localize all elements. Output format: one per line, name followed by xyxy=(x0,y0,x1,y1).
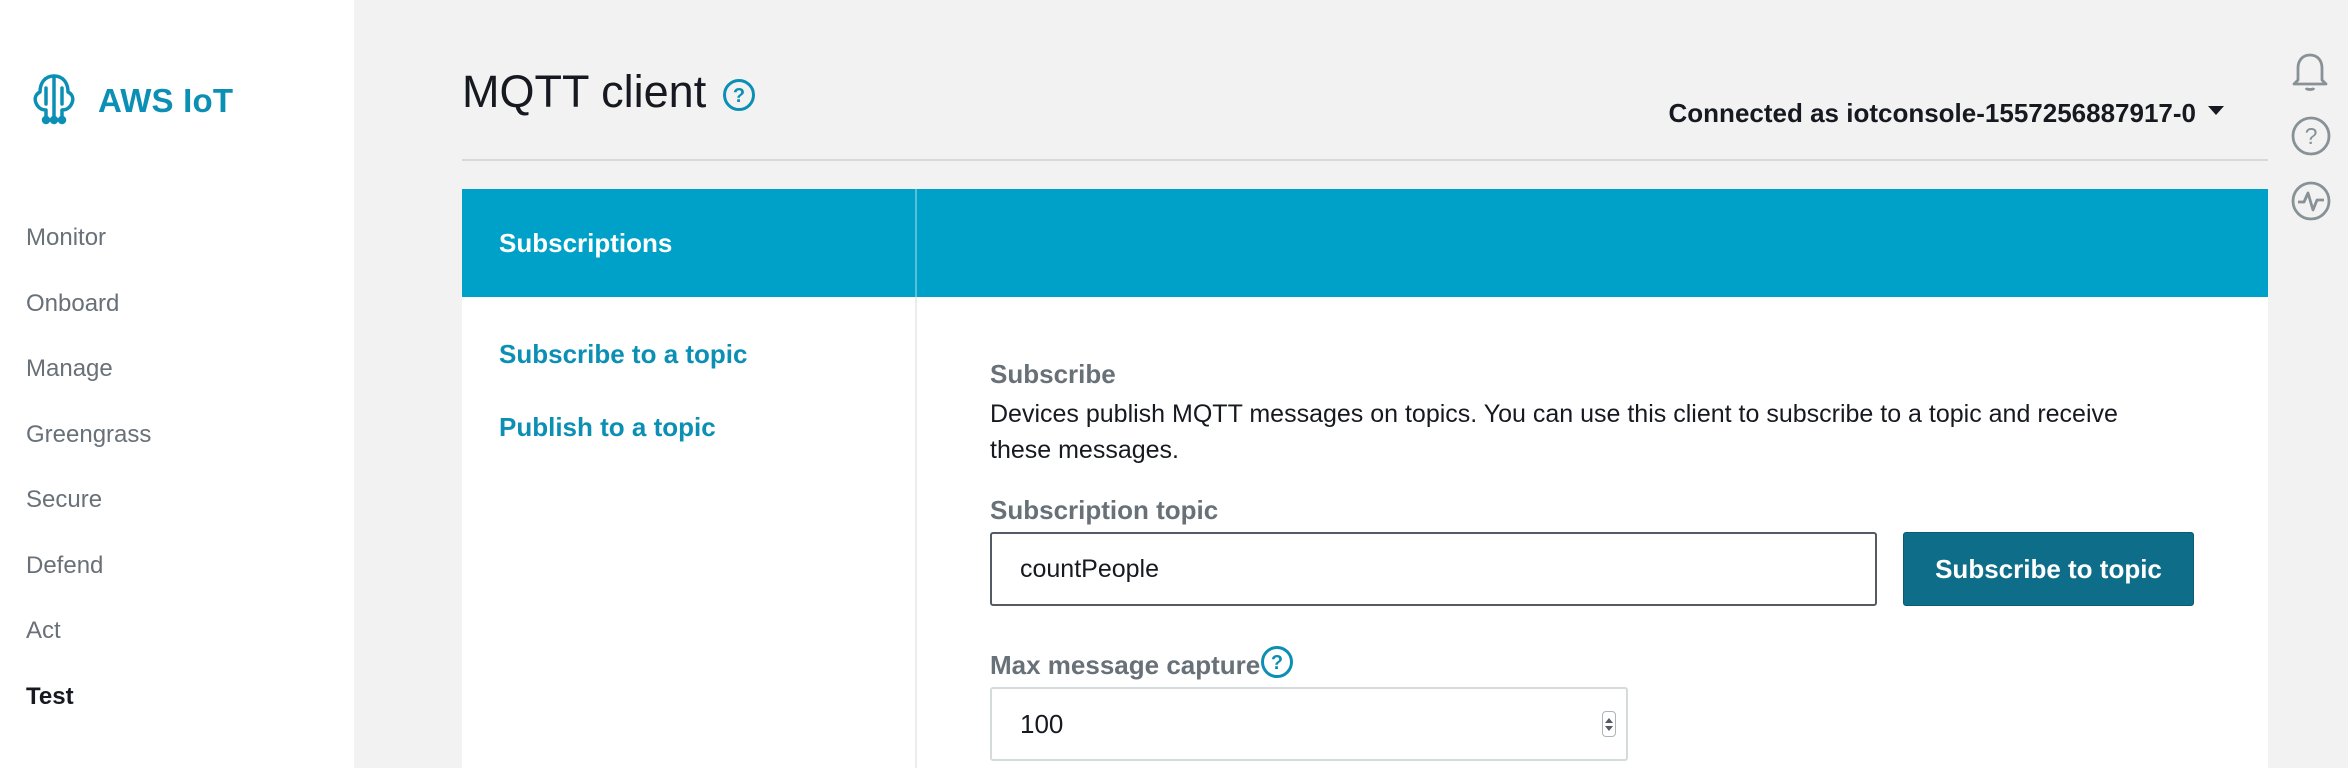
max-message-capture-stepper xyxy=(990,687,1628,761)
subscribe-description: Devices publish MQTT messages on topics.… xyxy=(990,400,2118,464)
sidebar-item-test[interactable]: Test xyxy=(26,679,151,745)
subscription-topic-input[interactable] xyxy=(990,532,1877,606)
help-circle-icon[interactable]: ? xyxy=(722,78,756,117)
help-circle-icon[interactable]: ? xyxy=(2290,115,2334,162)
panel-header: Subscriptions xyxy=(462,189,2268,297)
svg-text:?: ? xyxy=(2305,123,2318,149)
sidebar-item-defend[interactable]: Defend xyxy=(26,548,151,614)
spin-down-icon[interactable] xyxy=(1605,725,1613,731)
bell-icon[interactable] xyxy=(2290,50,2334,97)
panel-header-right xyxy=(917,189,2268,297)
max-message-capture-label: Max message capture xyxy=(990,650,1261,680)
brand-name: AWS IoT xyxy=(98,81,234,119)
subscribe-heading: Subscribe xyxy=(990,359,1116,389)
connection-menu[interactable]: Connected as iotconsole-1557256887917-0 xyxy=(1669,98,2224,129)
caret-down-icon xyxy=(2208,106,2224,115)
sidebar-item-manage[interactable]: Manage xyxy=(26,351,151,417)
sidebar-item-act[interactable]: Act xyxy=(26,613,151,679)
panel-body: Subscribe to a topic Publish to a topic … xyxy=(462,297,2268,768)
spin-up-icon[interactable] xyxy=(1605,717,1613,723)
svg-text:?: ? xyxy=(733,85,745,107)
help-circle-icon[interactable]: ? xyxy=(1260,645,1294,684)
sidebar-item-onboard[interactable]: Onboard xyxy=(26,286,151,352)
subscription-topic-label: Subscription topic xyxy=(990,495,1219,525)
svg-text:?: ? xyxy=(1271,652,1283,674)
subscribe-form: Subscribe Devices publish MQTT messages … xyxy=(990,297,2268,768)
max-message-capture-input[interactable] xyxy=(992,689,1582,759)
subscribe-to-topic-button[interactable]: Subscribe to topic xyxy=(1903,532,2194,606)
aws-iot-logo-icon xyxy=(26,70,82,131)
sidebar-item-secure[interactable]: Secure xyxy=(26,482,151,548)
header-divider xyxy=(462,159,2268,161)
publish-to-topic-link[interactable]: Publish to a topic xyxy=(499,412,716,443)
sidebar-nav: Monitor Onboard Manage Greengrass Secure… xyxy=(26,220,151,744)
number-spinner[interactable] xyxy=(1602,711,1616,737)
connection-label: Connected as iotconsole-1557256887917-0 xyxy=(1668,98,2196,128)
subscriptions-heading: Subscriptions xyxy=(462,189,917,297)
sidebar-item-greengrass[interactable]: Greengrass xyxy=(26,417,151,483)
sidebar-item-monitor[interactable]: Monitor xyxy=(26,220,151,286)
subscribe-to-topic-link[interactable]: Subscribe to a topic xyxy=(499,339,748,370)
page-title: MQTT client xyxy=(462,66,707,117)
activity-icon[interactable] xyxy=(2290,180,2334,227)
mqtt-panel: Subscriptions Subscribe to a topic Publi… xyxy=(462,189,2268,768)
brand-logo[interactable]: AWS IoT xyxy=(26,70,233,131)
utility-icons: ? xyxy=(2290,50,2334,245)
sidebar: AWS IoT Monitor Onboard Manage Greengras… xyxy=(0,0,354,768)
subscriptions-list: Subscribe to a topic Publish to a topic xyxy=(462,297,917,768)
